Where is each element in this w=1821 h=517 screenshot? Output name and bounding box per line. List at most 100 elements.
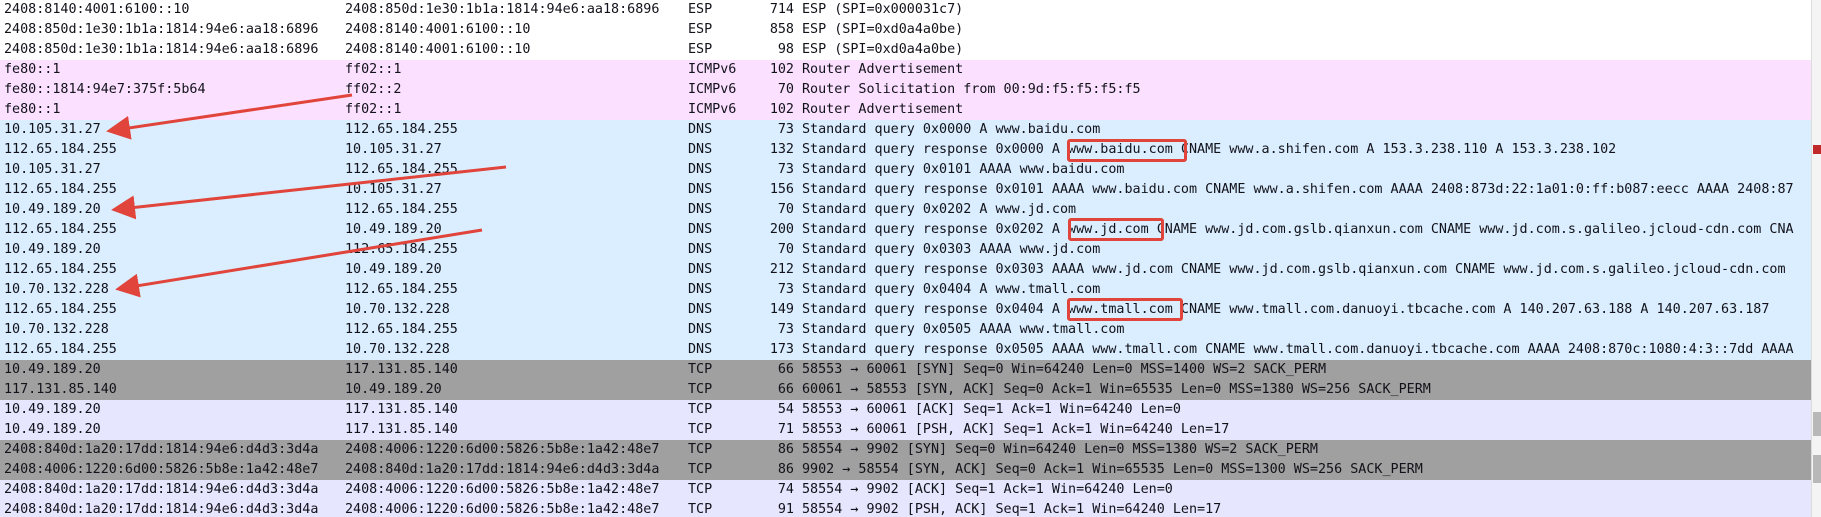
packet-length: 66 bbox=[777, 382, 794, 397]
packet-row[interactable]: 10.49.189.20 112.65.184.255 DNS 70 Standard … bbox=[0, 200, 1812, 220]
packet-length: 66 bbox=[777, 362, 794, 377]
packet-row[interactable]: 112.65.184.255 10.70.132.228 DNS 173 Standar… bbox=[0, 340, 1812, 360]
packet-source: 10.105.31.27 bbox=[4, 122, 101, 137]
packet-info: Standard query 0x0000 A www.baidu.com bbox=[802, 122, 1101, 137]
packet-row[interactable]: 10.70.132.228 112.65.184.255 DNS 73 Standard… bbox=[0, 280, 1812, 300]
packet-row[interactable]: fe80::1 ff02::1 ICMPv6 102 Router Advertisem… bbox=[0, 60, 1812, 80]
packet-source: 10.105.31.27 bbox=[4, 162, 101, 177]
packet-source: fe80::1 bbox=[4, 62, 61, 77]
packet-destination: ff02::2 bbox=[345, 82, 402, 97]
packet-row[interactable]: 2408:8140:4001:6100::10 2408:850d:1e30:1b… bbox=[0, 0, 1812, 20]
packet-length: 212 bbox=[769, 262, 794, 277]
packet-protocol: DNS bbox=[688, 202, 713, 217]
packet-protocol: DNS bbox=[688, 342, 713, 357]
packet-protocol: DNS bbox=[688, 162, 713, 177]
packet-length: 858 bbox=[769, 22, 794, 37]
packet-info: Standard query response 0x0303 AAAA www.… bbox=[802, 262, 1786, 277]
packet-source: 112.65.184.255 bbox=[4, 262, 117, 277]
packet-row[interactable]: fe80::1 ff02::1 ICMPv6 102 Router Advertisem… bbox=[0, 100, 1812, 120]
packet-destination: 112.65.184.255 bbox=[345, 162, 458, 177]
packet-length: 91 bbox=[777, 502, 794, 517]
packet-protocol: DNS bbox=[688, 182, 713, 197]
packet-row[interactable]: 10.49.189.20 117.131.85.140 TCP 71 58553 → 6… bbox=[0, 420, 1812, 440]
packet-protocol: TCP bbox=[688, 442, 713, 457]
packet-row[interactable]: 2408:840d:1a20:17dd:1814:94e6:d4d3:3d4a 2… bbox=[0, 500, 1812, 517]
packet-row[interactable]: 112.65.184.255 10.49.189.20 DNS 200 Standard… bbox=[0, 220, 1812, 240]
packet-info: 58553 → 60061 [PSH, ACK] Seq=1 Ack=1 Win… bbox=[802, 422, 1230, 437]
packet-protocol: ESP bbox=[688, 22, 713, 37]
packet-row[interactable]: 2408:840d:1a20:17dd:1814:94e6:d4d3:3d4a 2… bbox=[0, 480, 1812, 500]
packet-row[interactable]: 10.105.31.27 112.65.184.255 DNS 73 Standard … bbox=[0, 120, 1812, 140]
packet-row[interactable]: 2408:850d:1e30:1b1a:1814:94e6:aa18:6896 2… bbox=[0, 20, 1812, 40]
packet-row[interactable]: 10.49.189.20 117.131.85.140 TCP 54 58553 → 6… bbox=[0, 400, 1812, 420]
packet-length: 70 bbox=[777, 82, 794, 97]
packet-destination: 10.70.132.228 bbox=[345, 342, 450, 357]
vertical-scrollbar[interactable] bbox=[1811, 0, 1821, 517]
packet-length: 73 bbox=[777, 122, 794, 137]
packet-source: 112.65.184.255 bbox=[4, 222, 117, 237]
packet-info: 58554 → 9902 [ACK] Seq=1 Ack=1 Win=64240… bbox=[802, 482, 1173, 497]
packet-source: 10.49.189.20 bbox=[4, 402, 101, 417]
packet-info: ESP (SPI=0x000031c7) bbox=[802, 2, 964, 17]
packet-length: 86 bbox=[777, 442, 794, 457]
packet-destination: 112.65.184.255 bbox=[345, 202, 458, 217]
packet-protocol: ICMPv6 bbox=[688, 62, 737, 77]
packet-info: Standard query response 0x0202 A www.jd.… bbox=[802, 222, 1794, 237]
packet-source: 2408:840d:1a20:17dd:1814:94e6:d4d3:3d4a bbox=[4, 482, 319, 497]
packet-length: 54 bbox=[777, 402, 794, 417]
packet-length: 73 bbox=[777, 162, 794, 177]
packet-info: 9902 → 58554 [SYN, ACK] Seq=0 Ack=1 Win=… bbox=[802, 462, 1423, 477]
scrollbar-marker bbox=[1813, 412, 1821, 436]
packet-info: 58554 → 9902 [SYN] Seq=0 Win=64240 Len=0… bbox=[802, 442, 1318, 457]
packet-destination: 2408:840d:1a20:17dd:1814:94e6:d4d3:3d4a bbox=[345, 462, 660, 477]
packet-info: Standard query response 0x0505 AAAA www.… bbox=[802, 342, 1794, 357]
packet-destination: 117.131.85.140 bbox=[345, 362, 458, 377]
packet-length: 149 bbox=[769, 302, 794, 317]
packet-protocol: TCP bbox=[688, 422, 713, 437]
packet-row[interactable]: 112.65.184.255 10.105.31.27 DNS 156 Standard… bbox=[0, 180, 1812, 200]
packet-row[interactable]: 112.65.184.255 10.70.132.228 DNS 149 Standar… bbox=[0, 300, 1812, 320]
packet-protocol: ESP bbox=[688, 42, 713, 57]
packet-destination: 2408:8140:4001:6100::10 bbox=[345, 22, 531, 37]
packet-protocol: DNS bbox=[688, 322, 713, 337]
packet-destination: 10.49.189.20 bbox=[345, 222, 442, 237]
packet-row[interactable]: 112.65.184.255 10.105.31.27 DNS 132 Standard… bbox=[0, 140, 1812, 160]
packet-row[interactable]: 10.70.132.228 112.65.184.255 DNS 73 Standard… bbox=[0, 320, 1812, 340]
packet-row[interactable]: fe80::1814:94e7:375f:5b64 ff02::2 ICMPv6 70… bbox=[0, 80, 1812, 100]
packet-list[interactable]: 2408:8140:4001:6100::10 2408:850d:1e30:1b… bbox=[0, 0, 1812, 517]
packet-info: Standard query 0x0101 AAAA www.baidu.com bbox=[802, 162, 1125, 177]
packet-row[interactable]: 10.49.189.20 112.65.184.255 DNS 70 Standard … bbox=[0, 240, 1812, 260]
packet-info: Standard query response 0x0101 AAAA www.… bbox=[802, 182, 1794, 197]
packet-length: 73 bbox=[777, 282, 794, 297]
highlight-box-tmall bbox=[1067, 298, 1183, 321]
packet-source: 2408:8140:4001:6100::10 bbox=[4, 2, 190, 17]
packet-length: 86 bbox=[777, 462, 794, 477]
packet-info: 60061 → 58553 [SYN, ACK] Seq=0 Ack=1 Win… bbox=[802, 382, 1431, 397]
packet-destination: 10.49.189.20 bbox=[345, 262, 442, 277]
packet-row[interactable]: 10.105.31.27 112.65.184.255 DNS 73 Standard … bbox=[0, 160, 1812, 180]
packet-row[interactable]: 112.65.184.255 10.49.189.20 DNS 212 Standard… bbox=[0, 260, 1812, 280]
packet-source: 2408:840d:1a20:17dd:1814:94e6:d4d3:3d4a bbox=[4, 502, 319, 517]
packet-info: 58554 → 9902 [PSH, ACK] Seq=1 Ack=1 Win=… bbox=[802, 502, 1222, 517]
packet-protocol: DNS bbox=[688, 242, 713, 257]
packet-protocol: TCP bbox=[688, 502, 713, 517]
packet-row[interactable]: 10.49.189.20 117.131.85.140 TCP 66 58553 → 6… bbox=[0, 360, 1812, 380]
packet-row[interactable]: 2408:4006:1220:6d00:5826:5b8e:1a42:48e7 2… bbox=[0, 460, 1812, 480]
packet-length: 200 bbox=[769, 222, 794, 237]
packet-destination: 112.65.184.255 bbox=[345, 282, 458, 297]
packet-protocol: TCP bbox=[688, 482, 713, 497]
packet-destination: 2408:8140:4001:6100::10 bbox=[345, 42, 531, 57]
packet-row[interactable]: 2408:840d:1a20:17dd:1814:94e6:d4d3:3d4a 2… bbox=[0, 440, 1812, 460]
packet-source: 112.65.184.255 bbox=[4, 142, 117, 157]
packet-info: Router Solicitation from 00:9d:f5:f5:f5:… bbox=[802, 82, 1141, 97]
packet-source: 117.131.85.140 bbox=[4, 382, 117, 397]
packet-length: 70 bbox=[777, 202, 794, 217]
packet-destination: 112.65.184.255 bbox=[345, 242, 458, 257]
packet-row[interactable]: 117.131.85.140 10.49.189.20 TCP 66 60061 → 5… bbox=[0, 380, 1812, 400]
packet-protocol: DNS bbox=[688, 122, 713, 137]
packet-source: 10.70.132.228 bbox=[4, 282, 109, 297]
packet-length: 73 bbox=[777, 322, 794, 337]
packet-source: 112.65.184.255 bbox=[4, 302, 117, 317]
packet-row[interactable]: 2408:850d:1e30:1b1a:1814:94e6:aa18:6896 2… bbox=[0, 40, 1812, 60]
packet-source: 112.65.184.255 bbox=[4, 182, 117, 197]
